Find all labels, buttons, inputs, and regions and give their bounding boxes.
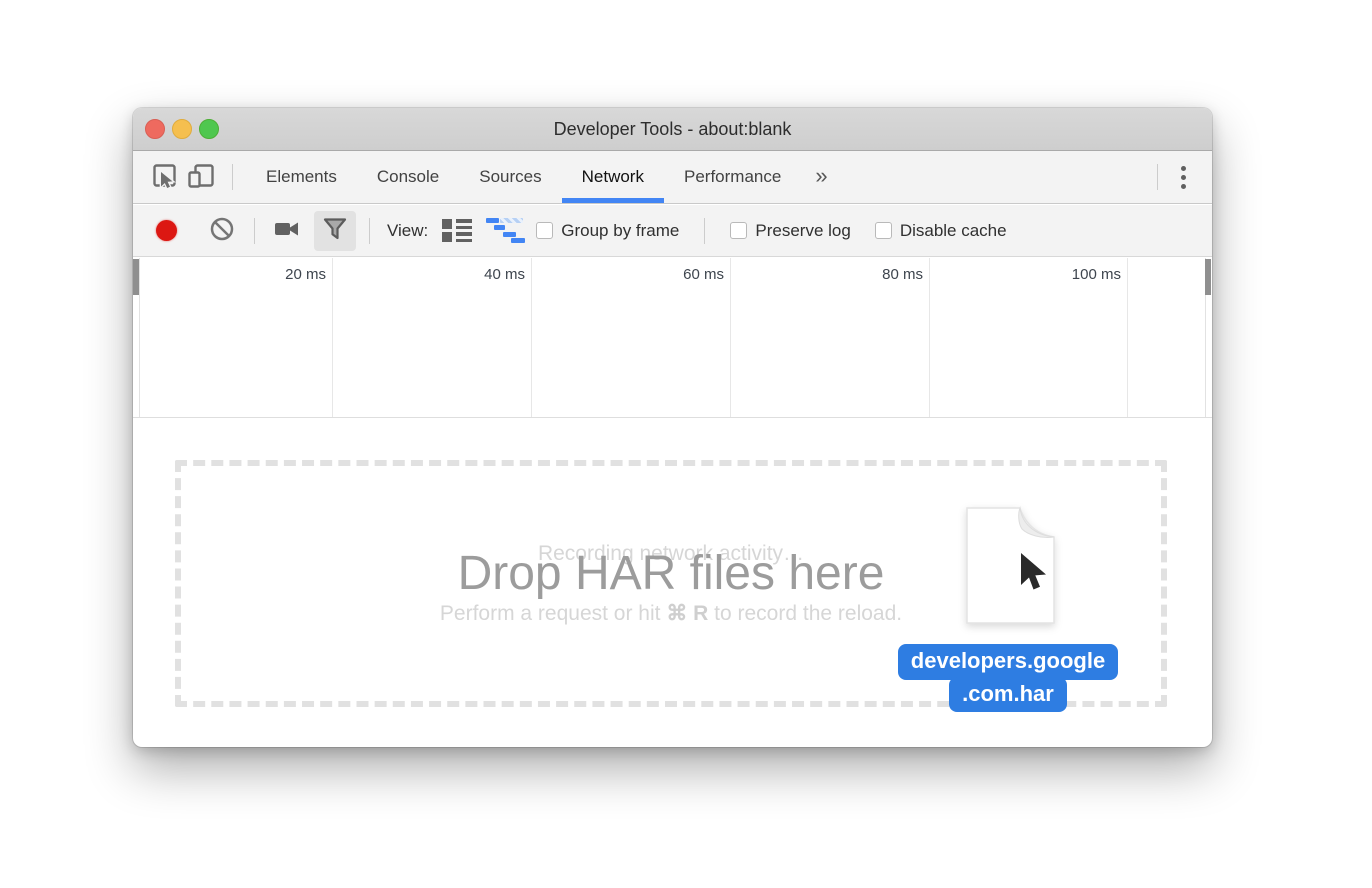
inspect-element-button[interactable]	[147, 159, 183, 195]
timeline-gridline	[332, 258, 333, 417]
window-titlebar: Developer Tools - about:blank	[133, 108, 1212, 151]
timeline-tick-label: 80 ms	[843, 266, 923, 283]
timeline-gridline	[531, 258, 532, 417]
devtools-window: Developer Tools - about:blank Elements C…	[133, 108, 1212, 747]
tab-performance[interactable]: Performance	[664, 151, 801, 203]
filename-line-2: .com.har	[949, 677, 1067, 713]
minimize-button[interactable]	[172, 119, 192, 139]
device-toolbar-button[interactable]	[183, 159, 219, 195]
timeline-gridline	[1127, 258, 1128, 417]
disable-cache-checkbox[interactable]: Disable cache	[875, 221, 1007, 241]
record-icon	[156, 220, 177, 241]
block-icon	[209, 216, 235, 245]
network-toolbar: View: Group by frame	[133, 205, 1212, 257]
checkbox-icon[interactable]	[730, 222, 747, 239]
checkbox-icon[interactable]	[536, 222, 553, 239]
inspect-cursor-icon	[152, 163, 178, 192]
timeline-gridline	[730, 258, 731, 417]
timeline-tick-label: 60 ms	[644, 266, 724, 283]
separator	[704, 218, 705, 244]
tab-sources[interactable]: Sources	[459, 151, 561, 203]
record-network-log-button[interactable]	[147, 211, 185, 251]
filter-funnel-icon	[322, 217, 348, 244]
more-tabs-chevron-icon[interactable]: »	[801, 163, 841, 189]
timeline-scroll-handle-left[interactable]	[133, 259, 139, 295]
separator	[1157, 164, 1158, 190]
preserve-log-checkbox[interactable]: Preserve log	[730, 221, 850, 241]
tabbar-right-controls	[1144, 160, 1212, 195]
timeline-scroll-handle-right[interactable]	[1205, 259, 1211, 295]
dragged-filename-chip: developers.google .com.har	[888, 644, 1128, 712]
traffic-lights	[145, 119, 219, 139]
network-overview-timeline: 20 ms 40 ms 60 ms 80 ms 100 ms	[133, 258, 1212, 418]
devtools-tabbar: Elements Console Sources Network Perform…	[133, 151, 1212, 204]
main-menu-kebab-icon[interactable]	[1171, 160, 1196, 195]
separator	[254, 218, 255, 244]
separator	[232, 164, 233, 190]
list-view-icon	[442, 218, 472, 243]
mouse-cursor-icon	[1017, 551, 1053, 602]
close-button[interactable]	[145, 119, 165, 139]
timeline-left-boundary	[139, 258, 140, 417]
clear-button[interactable]	[203, 211, 241, 251]
timeline-tick-label: 40 ms	[445, 266, 525, 283]
view-label: View:	[387, 221, 428, 241]
use-large-request-rows-button[interactable]	[438, 211, 476, 251]
filter-button[interactable]	[314, 211, 356, 251]
filename-line-1: developers.google	[898, 644, 1118, 680]
group-by-frame-checkbox[interactable]: Group by frame	[536, 221, 679, 241]
tab-console[interactable]: Console	[357, 151, 459, 203]
checkbox-icon[interactable]	[875, 222, 892, 239]
show-overview-button[interactable]	[486, 211, 524, 251]
separator	[369, 218, 370, 244]
timeline-gridline	[929, 258, 930, 417]
window-title: Developer Tools - about:blank	[133, 108, 1212, 151]
waterfall-view-icon	[486, 217, 524, 244]
tab-elements[interactable]: Elements	[246, 151, 357, 203]
tab-network[interactable]: Network	[562, 151, 664, 203]
fullscreen-button[interactable]	[199, 119, 219, 139]
timeline-tick-label: 20 ms	[246, 266, 326, 283]
filmstrip-camera-icon	[274, 217, 300, 244]
device-toolbar-icon	[187, 163, 215, 192]
capture-screenshots-button[interactable]	[268, 211, 306, 251]
timeline-tick-label: 100 ms	[1041, 266, 1121, 283]
